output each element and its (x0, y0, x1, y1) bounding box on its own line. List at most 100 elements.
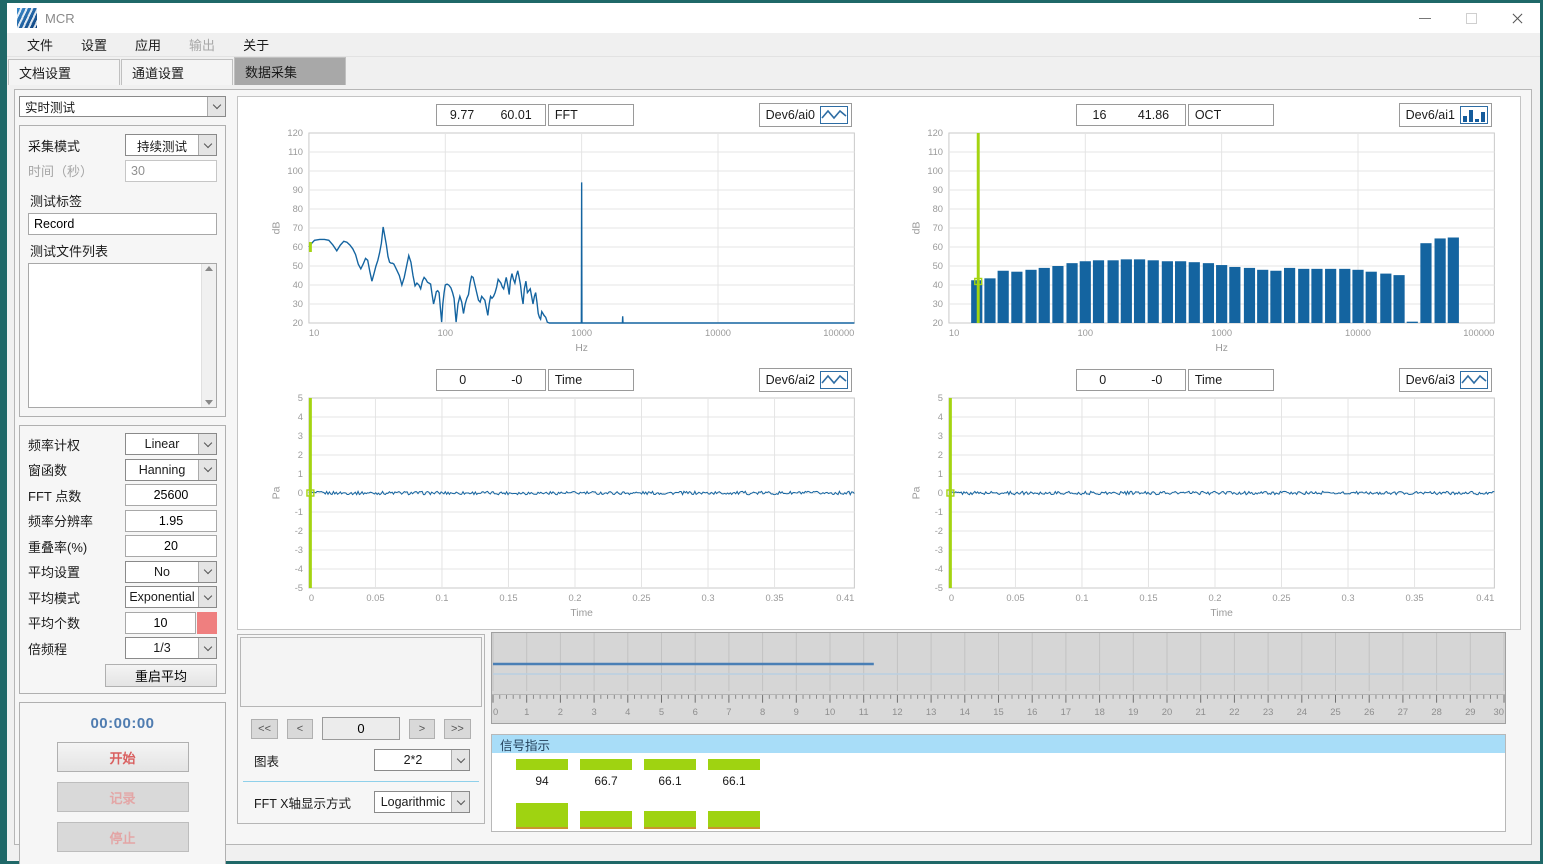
nav-prev-button[interactable]: < (287, 719, 313, 739)
svg-text:0.2: 0.2 (569, 592, 582, 603)
overlap-input-label: 重叠率(%) (28, 537, 125, 556)
svg-text:20: 20 (933, 317, 943, 328)
freq-resolution-input-row: 频率分辨率 (28, 510, 217, 532)
svg-text:0.15: 0.15 (1139, 592, 1157, 603)
svg-text:0.35: 0.35 (765, 592, 783, 603)
chevron-down-icon[interactable] (451, 792, 469, 812)
svg-text:6: 6 (693, 707, 698, 717)
freq-weighting-select-row: 频率计权Linear (28, 433, 217, 455)
divider (243, 781, 479, 782)
acquisition-mode-select[interactable]: 持续测试 (125, 134, 217, 156)
signal-level-bar (708, 759, 760, 770)
chart-layout-select[interactable]: 2*2 (374, 749, 470, 771)
svg-text:2: 2 (938, 449, 943, 460)
freq-weighting-select[interactable]: Linear (125, 433, 217, 455)
time-ai3-plot[interactable]: -5-4-3-2-101234500.050.10.150.20.250.30.… (880, 392, 1518, 626)
menu-item-settings[interactable]: 设置 (67, 33, 121, 56)
chevron-down-icon[interactable] (198, 638, 216, 658)
timeline-ruler[interactable]: 0123456789101112131415161718192021222324… (492, 694, 1505, 720)
svg-text:0.41: 0.41 (836, 592, 854, 603)
time-ai3-channel-box[interactable]: Dev6/ai3 (1399, 368, 1492, 392)
chevron-down-icon[interactable] (451, 750, 469, 770)
start-button[interactable]: 开始 (57, 742, 189, 772)
nav-last-button[interactable]: >> (444, 719, 471, 739)
octave-select[interactable]: 1/3 (125, 637, 217, 659)
file-list-scrollbar[interactable] (201, 264, 216, 407)
nav-index-input[interactable] (322, 717, 400, 740)
time-ai2-channel-box[interactable]: Dev6/ai2 (759, 368, 852, 392)
oct-channel-box[interactable]: Dev6/ai1 (1399, 103, 1492, 127)
freq-resolution-input[interactable] (125, 510, 217, 532)
scroll-down-icon[interactable] (205, 400, 213, 405)
test-mode-select[interactable]: 实时测试 (19, 96, 226, 117)
fft-channel-box[interactable]: Dev6/ai0 (759, 103, 852, 127)
close-button[interactable] (1494, 3, 1540, 33)
fft-cursor-y: 60.01 (500, 108, 531, 122)
acquisition-group: 采集模式持续测试时间（秒） 测试标签 测试文件列表 (19, 125, 226, 417)
chevron-down-icon[interactable] (198, 135, 216, 155)
fft-chart-panel: 9.7760.01FFTDev6/ai020304050607080901001… (240, 99, 878, 362)
tab-data-acquisition[interactable]: 数据采集 (234, 57, 346, 85)
svg-text:0.35: 0.35 (1405, 592, 1423, 603)
signal-level-bar (516, 759, 568, 770)
timeline-progress-svg[interactable] (492, 633, 1505, 691)
minimize-button[interactable] (1402, 3, 1448, 33)
oct-cursor-readout: 1641.86 (1076, 104, 1186, 126)
svg-text:5: 5 (659, 707, 664, 717)
fft-points-input-label: FFT 点数 (28, 486, 125, 505)
minimize-icon (1419, 18, 1431, 19)
svg-text:28: 28 (1431, 707, 1441, 717)
overlap-input[interactable] (125, 535, 217, 557)
tab-document-settings[interactable]: 文档设置 (8, 59, 120, 85)
svg-text:0.3: 0.3 (1342, 592, 1355, 603)
restart-average-button[interactable]: 重启平均 (105, 664, 217, 687)
chevron-down-icon[interactable] (207, 97, 225, 116)
menu-item-about[interactable]: 关于 (229, 33, 283, 56)
oct-plot[interactable]: 2030405060708090100110120101001000100001… (880, 127, 1518, 361)
menu-item-file[interactable]: 文件 (13, 33, 67, 56)
menu-item-application[interactable]: 应用 (121, 33, 175, 56)
freq-weighting-select-value: Linear (126, 437, 198, 451)
test-file-list[interactable] (28, 263, 217, 408)
avg-count-input[interactable] (125, 612, 196, 634)
octave-select-value: 1/3 (126, 641, 198, 655)
fft-points-input[interactable] (125, 484, 217, 506)
svg-text:10: 10 (949, 327, 959, 338)
fft-xaxis-select[interactable]: Logarithmic (374, 791, 470, 813)
nav-first-button[interactable]: << (251, 719, 278, 739)
scroll-up-icon[interactable] (205, 266, 213, 271)
chevron-down-icon[interactable] (198, 587, 216, 607)
fft-plot[interactable]: 2030405060708090100110120101001000100001… (240, 127, 878, 361)
time-ai2-plot[interactable]: -5-4-3-2-101234500.050.10.150.20.250.30.… (240, 392, 878, 626)
svg-text:0.05: 0.05 (366, 592, 384, 603)
timeline-strip[interactable]: 0123456789101112131415161718192021222324… (491, 632, 1506, 724)
test-label-input[interactable] (28, 213, 217, 235)
signal-level-value: 94 (535, 774, 548, 788)
svg-text:0.05: 0.05 (1006, 592, 1024, 603)
svg-text:1: 1 (298, 468, 303, 479)
fft-points-input-row: FFT 点数 (28, 484, 217, 506)
tab-channel-settings[interactable]: 通道设置 (121, 59, 233, 85)
avg-mode-select[interactable]: Exponential (125, 586, 217, 608)
svg-text:11: 11 (859, 707, 869, 717)
menu-item-output: 输出 (175, 33, 229, 56)
nav-next-button[interactable]: > (409, 719, 435, 739)
chevron-down-icon[interactable] (198, 434, 216, 454)
time-ai3-cursor-readout: 0-0 (1076, 369, 1186, 391)
chevron-down-icon[interactable] (198, 562, 216, 582)
oct-cursor-x: 16 (1093, 108, 1107, 122)
fft-header: 9.7760.01FFTDev6/ai0 (240, 99, 878, 127)
maximize-button[interactable] (1448, 3, 1494, 33)
svg-text:100000: 100000 (1463, 327, 1494, 338)
fft-channel-label: Dev6/ai0 (766, 108, 815, 122)
svg-text:70: 70 (293, 222, 303, 233)
svg-text:Hz: Hz (575, 343, 588, 354)
window-function-select[interactable]: Hanning (125, 459, 217, 481)
avg-setting-select[interactable]: No (125, 561, 217, 583)
close-icon (1511, 12, 1524, 25)
time-ai3-chart-panel: 0-0TimeDev6/ai3-5-4-3-2-101234500.050.10… (880, 364, 1518, 627)
record-button[interactable]: 记录 (57, 782, 189, 812)
chevron-down-icon[interactable] (198, 460, 216, 480)
svg-text:Pa: Pa (271, 486, 282, 499)
stop-button[interactable]: 停止 (57, 822, 189, 852)
